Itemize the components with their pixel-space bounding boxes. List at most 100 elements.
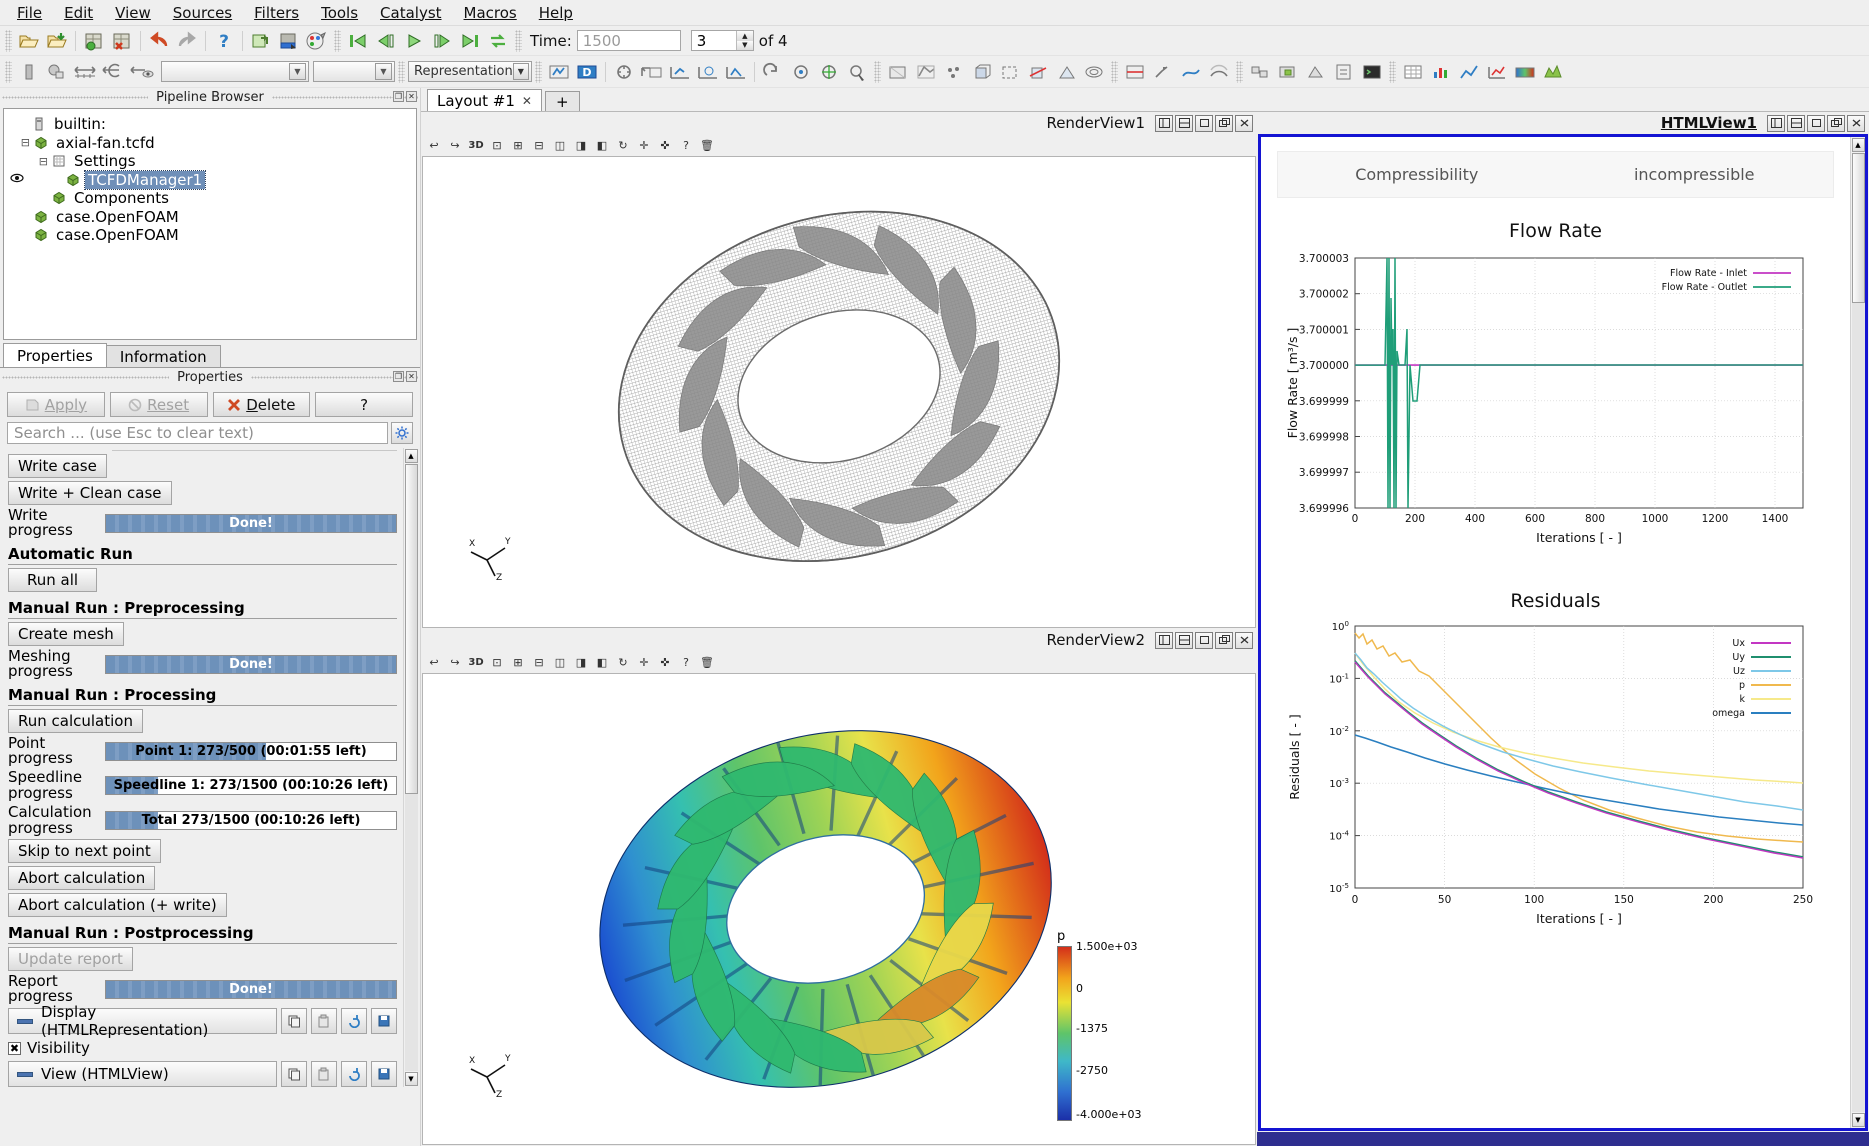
delete-button[interactable]: Delete: [213, 392, 311, 417]
select-block-icon[interactable]: [99, 59, 127, 85]
menu-filters[interactable]: Filters: [243, 1, 310, 25]
menu-edit[interactable]: Edit: [53, 1, 104, 25]
pipeline-item-tcfdmanager1[interactable]: TCFDManager1: [4, 171, 416, 190]
next-frame-icon[interactable]: [428, 28, 456, 54]
paste-icon-2[interactable]: [311, 1061, 337, 1087]
glyph-icon[interactable]: [1149, 59, 1177, 85]
rv1-x-axis-icon[interactable]: ◫: [550, 136, 570, 155]
select-points-icon[interactable]: [71, 59, 99, 85]
menu-macros[interactable]: Macros: [453, 1, 528, 25]
open-file-icon[interactable]: [15, 28, 43, 54]
hover-icon[interactable]: [127, 59, 155, 85]
time-input[interactable]: 1500: [577, 30, 681, 51]
show-center-icon[interactable]: [815, 59, 843, 85]
chart-icon[interactable]: [1483, 59, 1511, 85]
threshold-icon[interactable]: [1121, 59, 1149, 85]
undock-icon-3[interactable]: [1827, 115, 1845, 132]
close-icon-view2[interactable]: [1235, 632, 1253, 649]
rv2-x-axis-icon[interactable]: ◫: [550, 653, 570, 672]
help-icon[interactable]: ?: [210, 28, 238, 54]
scrollbar-track[interactable]: [405, 464, 418, 1071]
write-clean-case-button[interactable]: Write + Clean case: [8, 481, 172, 505]
split-vertical-icon-2[interactable]: [1175, 632, 1193, 649]
toolbar2-grip-2[interactable]: [398, 61, 405, 83]
rv1-zoom-closest-icon[interactable]: ⊟: [529, 136, 549, 155]
load-state-icon[interactable]: [108, 28, 136, 54]
visibility-checkbox[interactable]: ✖: [8, 1042, 21, 1055]
rv1-3d-toggle[interactable]: 3D: [466, 136, 486, 155]
toolbar-grip[interactable]: [5, 30, 12, 52]
eye-icon[interactable]: [10, 173, 24, 186]
rv2-camera-undo-icon[interactable]: ↩: [424, 653, 444, 672]
rv2-camera-redo-icon[interactable]: ↪: [445, 653, 465, 672]
toolbar2-grip-4[interactable]: [874, 61, 881, 83]
pipeline-browser[interactable]: builtin: ⊟ axial-fan.tcfd ⊟: [3, 108, 417, 340]
rv2-3d-toggle[interactable]: 3D: [466, 653, 486, 672]
menu-help[interactable]: Help: [528, 1, 584, 25]
extract-surface-icon[interactable]: [1302, 59, 1330, 85]
chevron-down-icon-3[interactable]: ▼: [513, 63, 529, 80]
screenshot-icon[interactable]: [275, 28, 303, 54]
close-icon[interactable]: ✕: [522, 94, 532, 108]
display-section-header[interactable]: Display (HTMLRepresentation): [8, 1008, 277, 1034]
html-view[interactable]: Compressibility incompressible Flow Rate: [1258, 134, 1868, 1131]
rv1-reset-camera-icon[interactable]: ⊡: [487, 136, 507, 155]
chevron-down-icon-2[interactable]: ▼: [375, 63, 392, 80]
array-selector[interactable]: ▼: [161, 61, 309, 82]
refresh-icon[interactable]: [341, 1008, 367, 1034]
run-all-button[interactable]: Run all: [8, 568, 97, 592]
html-scrollbar-thumb[interactable]: [1852, 153, 1865, 303]
pipeline-undock-icon[interactable]: ❐: [393, 91, 404, 102]
menu-file[interactable]: File: [6, 1, 53, 25]
scrollbar-thumb[interactable]: [405, 464, 418, 794]
menu-catalyst[interactable]: Catalyst: [369, 1, 452, 25]
toolbar-grip-3[interactable]: [515, 30, 522, 52]
run-calculation-button[interactable]: Run calculation: [8, 709, 143, 733]
volume-icon[interactable]: [968, 59, 996, 85]
rv1-camera-redo-icon[interactable]: ↪: [445, 136, 465, 155]
chevron-down-icon[interactable]: ▼: [289, 63, 306, 80]
tab-information[interactable]: Information: [106, 345, 221, 367]
contour-icon[interactable]: [1080, 59, 1108, 85]
layout-tab[interactable]: Layout #1 ✕: [427, 89, 542, 111]
skip-to-next-point-button[interactable]: Skip to next point: [8, 839, 161, 863]
rv2-zoom-icon[interactable]: ⊞: [508, 653, 528, 672]
split-horizontal-icon-2[interactable]: [1155, 632, 1173, 649]
plot-over-line-icon[interactable]: [1455, 59, 1483, 85]
gear-icon[interactable]: [391, 422, 413, 444]
previous-frame-icon[interactable]: [372, 28, 400, 54]
redo-icon[interactable]: [173, 28, 201, 54]
rv1-help-icon[interactable]: ?: [676, 136, 696, 155]
calculator-icon[interactable]: [1330, 59, 1358, 85]
rv2-y-axis-icon[interactable]: ◨: [571, 653, 591, 672]
scroll-up-icon[interactable]: ▲: [405, 449, 418, 463]
center-axes-icon[interactable]: [787, 59, 815, 85]
expander-minus-icon[interactable]: ⊟: [4, 136, 34, 149]
split-vertical-icon[interactable]: [1175, 115, 1193, 132]
toolbar2-grip-7[interactable]: [1389, 61, 1396, 83]
toolbar2-grip-5[interactable]: [1111, 61, 1118, 83]
pipeline-item-builtin[interactable]: builtin:: [4, 115, 416, 134]
rv2-rotate-icon[interactable]: ↻: [613, 653, 633, 672]
update-report-button[interactable]: Update report: [8, 947, 133, 971]
add-layout-tab-button[interactable]: +: [545, 91, 580, 111]
abort-calculation-write-button[interactable]: Abort calculation (+ write): [8, 893, 227, 917]
menu-sources[interactable]: Sources: [162, 1, 243, 25]
toolbar-grip-2[interactable]: [334, 30, 341, 52]
pick-center-icon[interactable]: [843, 59, 871, 85]
toolbar2-grip-3[interactable]: [535, 61, 542, 83]
last-frame-icon[interactable]: [456, 28, 484, 54]
rv2-center-icon[interactable]: ✛: [634, 653, 654, 672]
camera-angle-icon[interactable]: [722, 59, 750, 85]
rv1-camera-undo-icon[interactable]: ↩: [424, 136, 444, 155]
rv1-trash-icon[interactable]: 🗑: [697, 136, 717, 155]
split-horizontal-icon[interactable]: [1155, 115, 1173, 132]
save-icon-2[interactable]: [371, 1061, 397, 1087]
extract-block-icon[interactable]: [1274, 59, 1302, 85]
frame-up-icon[interactable]: ▲: [737, 31, 753, 41]
color-legend[interactable]: p 1.500e+03 0 -1375 -2750 -4.000e+03: [1057, 929, 1177, 1121]
surface-icon[interactable]: [884, 59, 912, 85]
create-mesh-button[interactable]: Create mesh: [8, 622, 124, 646]
rv2-reset-camera-icon[interactable]: ⊡: [487, 653, 507, 672]
frame-stepper-buttons[interactable]: ▲ ▼: [736, 31, 753, 50]
